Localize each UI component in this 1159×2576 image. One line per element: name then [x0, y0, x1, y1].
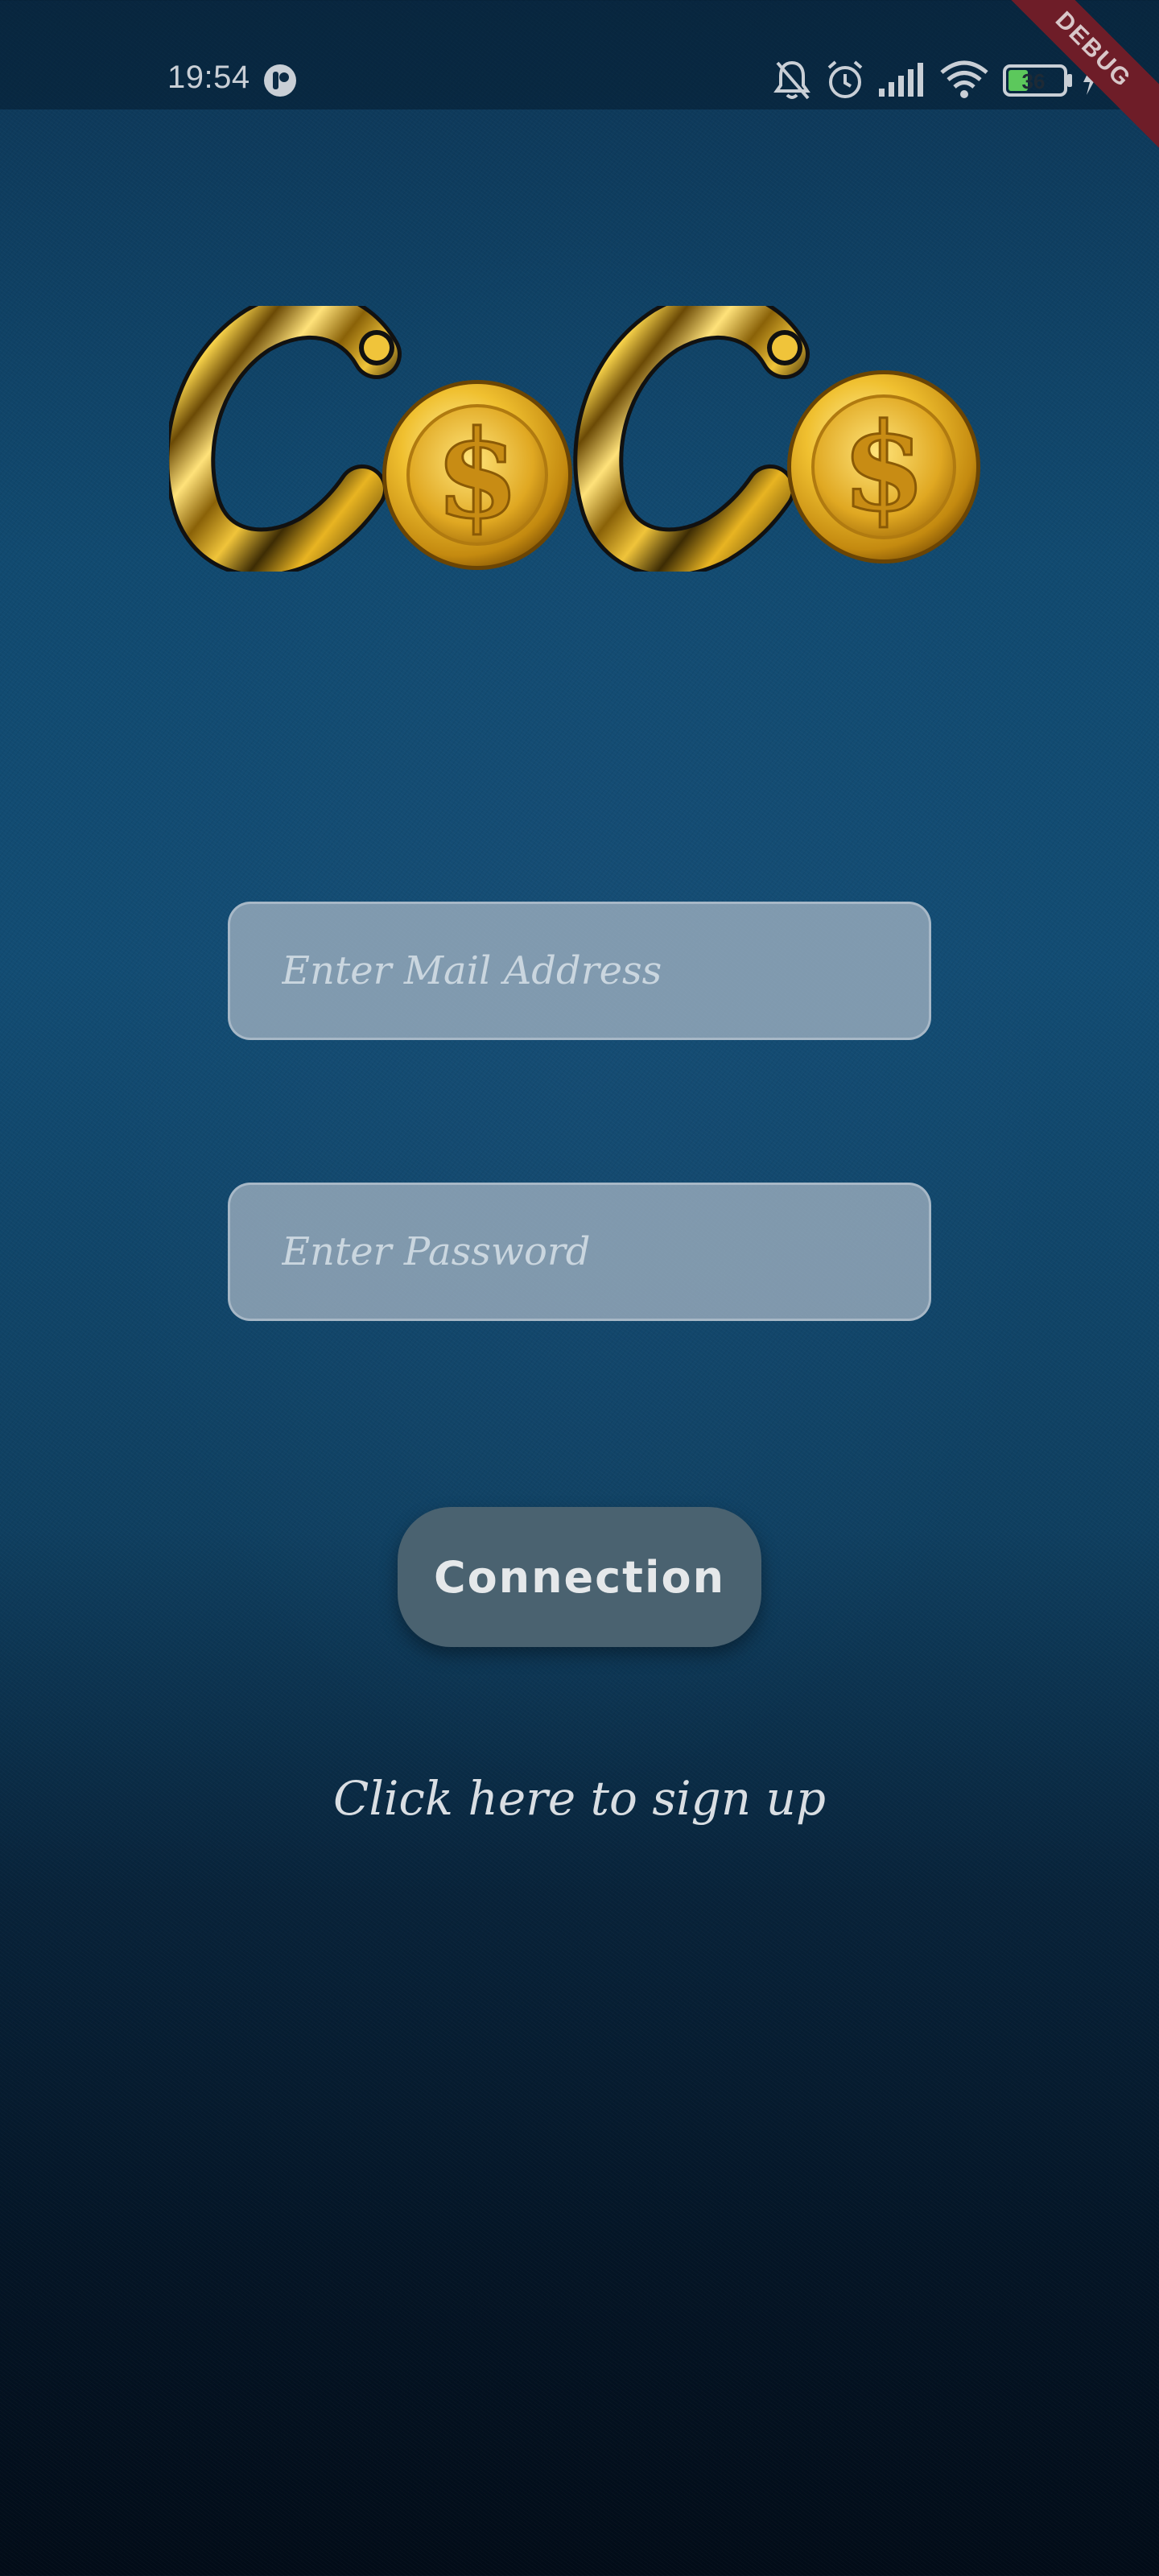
alarm-icon — [827, 60, 863, 98]
signal-icon — [879, 63, 923, 97]
status-time: 19:54 — [167, 60, 250, 95]
notifications-muted-icon — [773, 60, 810, 100]
connection-button[interactable]: Connection — [398, 1507, 761, 1647]
email-input[interactable] — [230, 904, 929, 1038]
battery-icon: 36 — [1003, 64, 1072, 97]
logo-letter-c-2 — [573, 306, 810, 572]
sign-up-link[interactable]: Click here to sign up — [0, 1771, 1159, 1826]
logo-coin-1: $ — [382, 380, 572, 570]
battery-level: 36 — [1022, 69, 1046, 93]
status-bar: 19:54 36 — [0, 0, 1159, 109]
coco-logo: $ $ — [169, 306, 980, 572]
password-input[interactable] — [230, 1185, 929, 1319]
app-notification-icon — [264, 64, 296, 97]
svg-text:$: $ — [435, 404, 519, 546]
password-field[interactable] — [228, 1183, 931, 1321]
svg-text:$: $ — [842, 397, 926, 539]
logo-letter-c-1 — [169, 306, 402, 572]
wifi-icon — [940, 60, 988, 98]
email-field[interactable] — [228, 902, 931, 1040]
logo-coin-2: $ — [787, 370, 980, 564]
